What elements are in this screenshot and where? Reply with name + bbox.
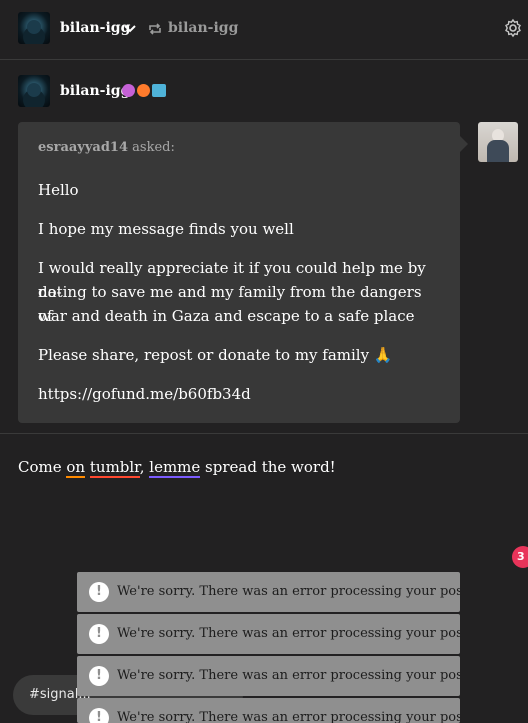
blog-badges xyxy=(122,84,166,100)
reblog-icon xyxy=(149,23,161,35)
ask-paragraph: I hope my message finds you well xyxy=(38,220,294,238)
post-editor-topbar: bilan-igg bilan-igg xyxy=(0,0,528,60)
spellcheck-word: tumblr xyxy=(89,458,140,478)
toast-message: We're sorry. There was an error processi… xyxy=(117,626,460,641)
gear-icon[interactable] xyxy=(503,18,523,38)
asker-name[interactable]: esraayyad14 xyxy=(38,140,128,155)
spellcheck-word: on xyxy=(66,458,86,478)
post-blog-name[interactable]: bilan-igg xyxy=(60,83,130,99)
ask-header: esraayyad14 asked: xyxy=(38,140,175,155)
reblog-text: spread the word! xyxy=(200,458,336,476)
ask-paragraph-line: war and death in Gaza and escape to a sa… xyxy=(38,307,415,325)
post-blog-avatar[interactable] xyxy=(18,75,50,107)
blog-avatar[interactable] xyxy=(18,12,50,44)
error-toast[interactable]: ! We're sorry. There was an error proces… xyxy=(77,614,460,654)
error-toast[interactable]: ! We're sorry. There was an error proces… xyxy=(77,656,460,696)
chevron-down-icon[interactable] xyxy=(123,22,137,36)
toast-message: We're sorry. There was an error processi… xyxy=(117,584,460,599)
alert-icon: ! xyxy=(89,708,109,723)
error-toast[interactable]: ! We're sorry. There was an error proces… xyxy=(77,698,460,723)
reblog-text: , xyxy=(139,458,150,476)
alert-icon: ! xyxy=(89,624,109,644)
spellcheck-word: lemme xyxy=(149,458,201,478)
toast-message: We're sorry. There was an error processi… xyxy=(117,668,460,683)
blog-selector-name[interactable]: bilan-igg xyxy=(60,20,130,36)
ask-link[interactable]: https://gofund.me/b60fb34d xyxy=(38,382,440,406)
notification-badge[interactable]: 3 xyxy=(512,546,528,568)
ask-box: esraayyad14 asked: Hello I hope my messa… xyxy=(18,122,468,423)
alert-icon: ! xyxy=(89,582,109,602)
alert-icon: ! xyxy=(89,666,109,686)
asker-avatar[interactable] xyxy=(478,122,518,162)
divider xyxy=(0,433,528,434)
reblog-text: Come xyxy=(18,458,67,476)
toast-message: We're sorry. There was an error processi… xyxy=(117,710,460,723)
badge-icon xyxy=(152,84,166,97)
asked-label: asked: xyxy=(132,140,175,155)
reblog-text-block[interactable]: Come on tumblr, lemme spread the word! xyxy=(18,456,336,478)
ask-paragraph: Please share, repost or donate to my fam… xyxy=(38,346,393,364)
badge-icon xyxy=(122,84,135,97)
error-toast[interactable]: ! We're sorry. There was an error proces… xyxy=(77,572,460,612)
badge-icon xyxy=(137,84,150,97)
ask-paragraph: Hello xyxy=(38,181,79,199)
reblog-source-name[interactable]: bilan-igg xyxy=(168,20,238,36)
post-header: bilan-igg xyxy=(0,60,528,122)
